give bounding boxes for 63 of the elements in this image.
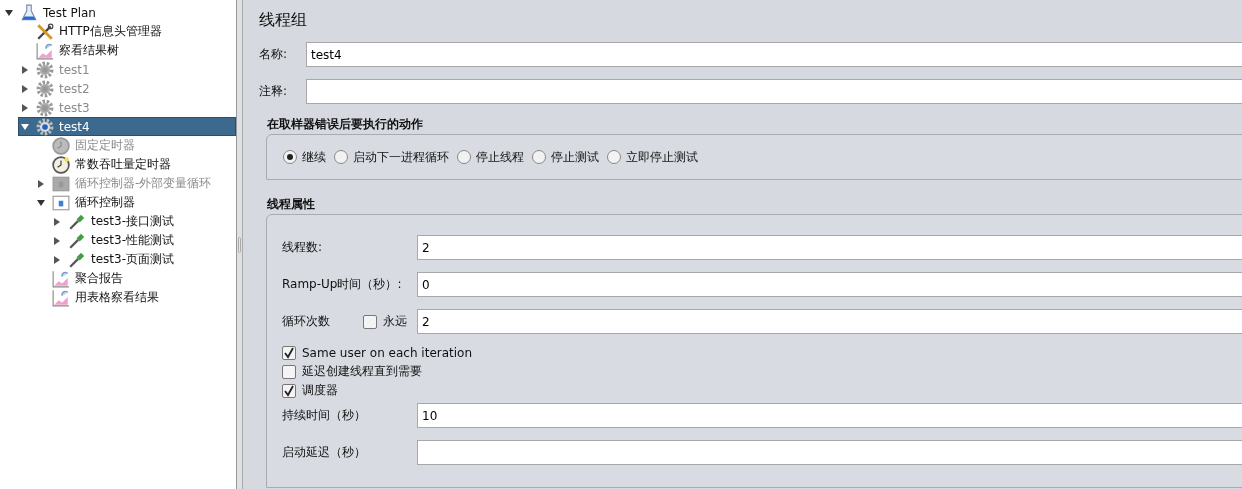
- pipette-icon: [68, 212, 86, 231]
- text-field[interactable]: 10: [417, 403, 1242, 428]
- tree-item[interactable]: test3-性能测试: [91, 232, 174, 249]
- field-label: Ramp-Up时间（秒）:: [282, 276, 403, 293]
- gear-icon: [36, 98, 54, 117]
- section-title: 线程属性: [267, 196, 316, 210]
- tree-item[interactable]: test3-页面测试: [91, 251, 174, 268]
- gear-icon: [36, 60, 54, 79]
- expanded-arrow-icon[interactable]: [4, 7, 14, 18]
- expanded-arrow-icon[interactable]: [20, 121, 30, 132]
- checkbox[interactable]: [363, 314, 377, 329]
- field-label: 名称:: [259, 46, 289, 63]
- tree-item[interactable]: test4: [59, 119, 90, 134]
- chart-icon: [36, 41, 54, 60]
- checkbox[interactable]: [282, 345, 296, 360]
- field-label: 注释:: [259, 83, 289, 100]
- text-field[interactable]: 0: [417, 272, 1242, 297]
- checkbox-label: 延迟创建线程直到需要: [302, 363, 422, 380]
- collapsed-arrow-icon[interactable]: [52, 235, 62, 246]
- clock-icon: [52, 155, 70, 174]
- checkbox-label: 永远: [383, 313, 407, 330]
- text-field[interactable]: [417, 440, 1242, 465]
- radio-option[interactable]: 启动下一进程循环: [334, 148, 449, 166]
- tree-item[interactable]: Test Plan: [43, 5, 96, 20]
- checkbox-label: 调度器: [302, 382, 338, 399]
- radio-option[interactable]: 停止测试: [532, 148, 599, 166]
- loop-icon: [52, 174, 70, 193]
- clock-icon: [52, 136, 70, 155]
- text-field[interactable]: test4: [306, 42, 1242, 67]
- text-field[interactable]: [306, 79, 1242, 104]
- radio-option[interactable]: 立即停止测试: [607, 148, 698, 166]
- chart-icon: [52, 288, 70, 307]
- chart-icon: [52, 269, 70, 288]
- text-field[interactable]: 2: [417, 309, 1242, 334]
- gear-icon: [36, 79, 54, 98]
- panel-title: 线程组: [259, 10, 308, 31]
- flask-icon: [20, 3, 38, 22]
- checkbox-label: Same user on each iteration: [302, 345, 473, 360]
- tree-item[interactable]: 循环控制器: [75, 194, 135, 211]
- expanded-arrow-icon[interactable]: [36, 197, 46, 208]
- field-label: 线程数:: [282, 239, 324, 256]
- radio-option[interactable]: 停止线程: [457, 148, 524, 166]
- field-label: 启动延迟（秒）: [282, 444, 367, 461]
- collapsed-arrow-icon[interactable]: [52, 216, 62, 227]
- loop-icon: [52, 193, 70, 212]
- tree-item[interactable]: HTTP信息头管理器: [59, 23, 162, 40]
- field-label: 循环次数: [282, 313, 330, 330]
- section-title: 在取样器错误后要执行的动作: [267, 116, 424, 130]
- splitter-handle[interactable]: [238, 236, 241, 253]
- pipette-icon: [68, 250, 86, 269]
- text-field[interactable]: 2: [417, 235, 1242, 260]
- tree-item[interactable]: 察看结果树: [59, 42, 119, 59]
- checkbox[interactable]: [282, 383, 296, 398]
- radio-option[interactable]: 继续: [283, 148, 326, 166]
- tree-item[interactable]: 常数吞吐量定时器: [75, 156, 171, 173]
- checkbox[interactable]: [282, 364, 296, 379]
- tree-item[interactable]: test3-接口测试: [91, 213, 174, 230]
- tree-item[interactable]: 聚合报告: [75, 270, 123, 287]
- collapsed-arrow-icon[interactable]: [52, 254, 62, 265]
- tools-icon: [36, 22, 54, 41]
- pipette-icon: [68, 231, 86, 250]
- field-label: 持续时间（秒）: [282, 407, 367, 424]
- tree-item[interactable]: 用表格察看结果: [75, 289, 159, 306]
